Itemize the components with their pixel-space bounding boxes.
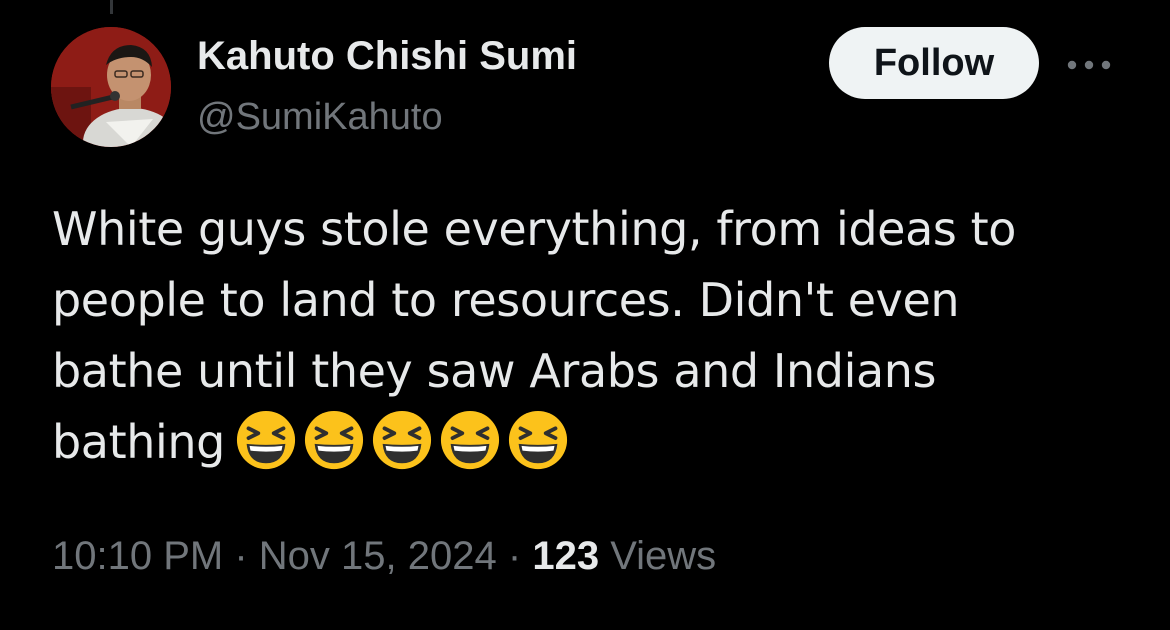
- more-options-button[interactable]: [1064, 52, 1114, 78]
- follow-button[interactable]: Follow: [829, 27, 1039, 99]
- meta-separator: ·: [507, 534, 522, 578]
- laughing-emoji-icon: [508, 410, 567, 470]
- laughing-emoji-icon: [440, 410, 499, 470]
- views-label[interactable]: Views: [610, 534, 716, 578]
- tweet-text-line: White guys stole everything, from ideas …: [52, 202, 1017, 256]
- thread-connector-line: [110, 0, 113, 14]
- more-horizontal-icon: [1067, 60, 1111, 70]
- author-display-name[interactable]: Kahuto Chishi Sumi: [197, 34, 577, 79]
- views-count[interactable]: 123: [532, 534, 599, 578]
- tweet-time[interactable]: 10:10 PM: [52, 534, 223, 578]
- tweet-date[interactable]: Nov 15, 2024: [259, 534, 497, 578]
- tweet-meta: 10:10 PM · Nov 15, 2024 · 123 Views: [52, 534, 716, 579]
- emoji-group: [235, 409, 575, 471]
- avatar-photo: [51, 27, 171, 147]
- tweet-text-line: bathe until they saw Arabs and Indians: [52, 344, 937, 398]
- laughing-emoji-icon: [372, 410, 431, 470]
- tweet-text-last-word: bathing: [52, 415, 225, 469]
- tweet-text-line: people to land to resources. Didn't even: [52, 273, 960, 327]
- avatar[interactable]: [51, 27, 171, 147]
- laughing-emoji-icon: [236, 410, 295, 470]
- author-handle[interactable]: @SumiKahuto: [197, 96, 443, 139]
- tweet-text-line: bathing: [52, 407, 1112, 478]
- tweet-text: White guys stole everything, from ideas …: [52, 194, 1112, 478]
- laughing-emoji-icon: [304, 410, 363, 470]
- meta-separator: ·: [234, 534, 248, 578]
